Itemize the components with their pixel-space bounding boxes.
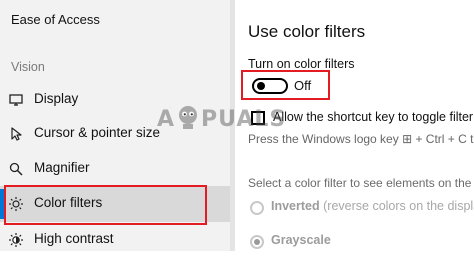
- toggle-caption: Turn on color filters: [248, 57, 355, 71]
- mascot-icon: [176, 104, 200, 136]
- contrast-icon: [8, 232, 24, 248]
- sun-icon: [8, 196, 24, 212]
- toggle-state-label: Off: [294, 78, 312, 93]
- cursor-icon: [8, 126, 24, 142]
- toggle-knob: [257, 82, 265, 90]
- color-filters-toggle[interactable]: [252, 78, 288, 94]
- section-label-vision: Vision: [11, 60, 45, 74]
- watermark-logo: A PUALS: [157, 104, 286, 136]
- sidebar-item-label: High contrast: [34, 231, 114, 246]
- filter-name: Inverted: [271, 199, 320, 213]
- selection-accent: [0, 189, 4, 219]
- radio-grayscale[interactable]: [250, 235, 264, 249]
- filter-name: Grayscale: [271, 233, 331, 247]
- select-filter-hint: Select a color filter to see elements on…: [248, 176, 474, 190]
- radio-inverted[interactable]: [250, 201, 264, 215]
- radio-grayscale-label: Grayscale: [271, 233, 331, 247]
- shortcut-checkbox-label: Allow the shortcut key to toggle filter …: [273, 110, 474, 124]
- sidebar-item-label: Display: [34, 91, 79, 106]
- page-title: Use color filters: [248, 22, 366, 41]
- magnifier-icon: [8, 161, 24, 177]
- radio-selected-dot: [254, 239, 260, 245]
- sidebar-item-label: Color filters: [34, 195, 103, 210]
- monitor-icon: [8, 92, 24, 108]
- sidebar-item-label: Magnifier: [34, 160, 90, 175]
- app-title: Ease of Access: [11, 12, 100, 27]
- sidebar-item-magnifier[interactable]: Magnifier: [0, 151, 230, 187]
- filter-description: (reverse colors on the display): [323, 199, 474, 213]
- sidebar-item-label: Cursor & pointer size: [34, 125, 161, 140]
- sidebar-item-high-contrast[interactable]: High contrast: [0, 222, 230, 258]
- sidebar-item-color-filters[interactable]: Color filters: [0, 186, 230, 222]
- radio-inverted-label: Inverted (reverse colors on the display): [271, 199, 474, 213]
